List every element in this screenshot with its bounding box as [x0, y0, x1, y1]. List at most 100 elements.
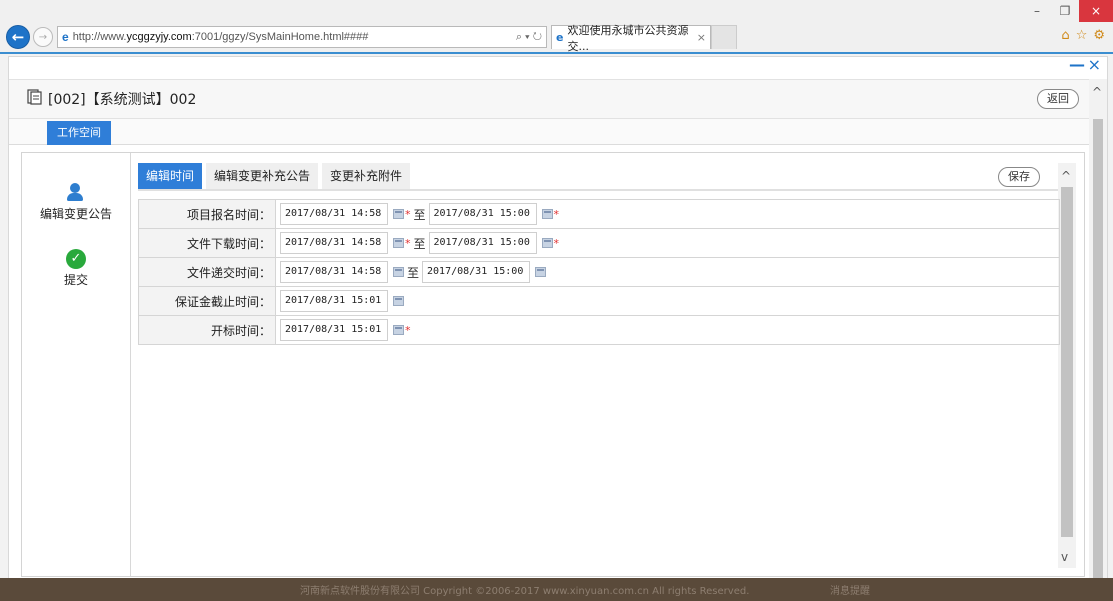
tab-title: 欢迎使用永城市公共资源交...	[567, 23, 689, 53]
restore-window-button[interactable]: ❐	[1051, 0, 1079, 22]
sidebar-item-label: 编辑变更公告	[39, 207, 112, 221]
save-button[interactable]: 保存	[998, 167, 1040, 187]
window-controls: – ❐ ×	[1023, 0, 1113, 22]
page-footer: 河南新点软件股份有限公司 Copyright ©2006-2017 www.xi…	[0, 578, 1113, 601]
form-row-bid-opening: 开标时间： 2017/08/31 15:01 *	[138, 315, 1060, 345]
form-row-deposit-deadline: 保证金截止时间： 2017/08/31 15:01	[138, 286, 1060, 316]
sidebar-item-submit[interactable]: ✓ 提交	[22, 249, 130, 288]
calendar-icon[interactable]	[541, 209, 553, 219]
dialog-scrollbar[interactable]: ^	[1089, 79, 1107, 599]
scroll-up-icon[interactable]: ^	[1061, 169, 1071, 183]
edit-tabs: 编辑时间 编辑变更补充公告 变更补充附件	[138, 163, 411, 189]
required-asterisk: *	[405, 207, 411, 221]
calendar-icon[interactable]	[393, 296, 404, 306]
time-form: 项目报名时间： 2017/08/31 14:58 * 至 2017/08/31 15:…	[138, 199, 1060, 345]
field-value: 2017/08/31 15:01 *	[275, 315, 1060, 345]
check-circle-icon: ✓	[66, 249, 86, 269]
form-row-download: 文件下载时间： 2017/08/31 14:58 * 至 2017/08/31 15:…	[138, 228, 1060, 258]
submission-start-input[interactable]: 2017/08/31 14:58	[280, 261, 388, 283]
home-icon[interactable]: ⌂	[1061, 28, 1069, 43]
tab-supplement-attachments[interactable]: 变更补充附件	[322, 163, 411, 189]
scrollbar-thumb[interactable]	[1093, 119, 1103, 589]
required-asterisk: *	[553, 207, 560, 221]
tab-workspace[interactable]: 工作空间	[47, 121, 111, 145]
required-asterisk: *	[553, 236, 560, 250]
field-value: 2017/08/31 14:58 * 至 2017/08/31 15:00 *	[275, 199, 1060, 229]
field-value: 2017/08/31 15:01	[275, 286, 1060, 316]
dialog-header: [002]【系统测试】002 返回	[9, 79, 1089, 119]
range-separator: 至	[413, 236, 426, 251]
download-end-input[interactable]: 2017/08/31 15:00	[428, 232, 537, 254]
workspace-tab-row: 工作空间	[9, 119, 1089, 145]
calendar-icon[interactable]	[393, 267, 404, 277]
tab-close-icon[interactable]: ×	[697, 31, 706, 44]
field-value: 2017/08/31 14:58 * 至 2017/08/31 15:00 *	[275, 228, 1060, 258]
url-host: ycggzyjy.com	[126, 31, 192, 43]
field-label: 文件递交时间：	[138, 257, 276, 287]
sidebar-item-label: 提交	[63, 273, 88, 287]
scroll-down-icon[interactable]: v	[1061, 550, 1068, 564]
url-path: :7001/ggzy/SysMainHome.html####	[191, 31, 369, 43]
url-prefix: http://www.	[72, 31, 127, 43]
forward-arrow-icon[interactable]: →	[33, 27, 53, 47]
back-button[interactable]: 返回	[1037, 89, 1079, 109]
settings-gear-icon[interactable]: ⚙	[1093, 28, 1105, 43]
tabs-divider	[138, 189, 1062, 191]
registration-start-input[interactable]: 2017/08/31 14:58	[280, 203, 388, 225]
footer-copyright: 河南新点软件股份有限公司 Copyright ©2006-2017 www.xi…	[300, 586, 750, 597]
favorites-star-icon[interactable]: ☆	[1076, 28, 1088, 43]
required-asterisk: *	[405, 236, 411, 250]
browser-right-icons: ⌂ ☆ ⚙	[1061, 28, 1105, 43]
bid-opening-input[interactable]: 2017/08/31 15:01	[280, 319, 388, 341]
calendar-icon[interactable]	[535, 267, 547, 277]
address-bar[interactable]: e http://www. ycggzyjy.com:7001/ggzy/SysM…	[57, 26, 547, 48]
field-value: 2017/08/31 14:58 至 2017/08/31 15:00	[275, 257, 1060, 287]
browser-chrome: – ❐ × ← → e http://www. ycggzyjy.com:7001…	[0, 0, 1113, 53]
sidebar-item-edit-notice[interactable]: 编辑变更公告	[22, 183, 130, 222]
required-asterisk: *	[405, 323, 411, 337]
range-separator: 至	[407, 265, 420, 280]
field-label: 开标时间：	[138, 315, 276, 345]
new-tab-button[interactable]	[711, 25, 737, 49]
address-tools[interactable]: ⌕ ▾ ↻	[516, 31, 546, 44]
page-title: [002]【系统测试】002	[48, 92, 197, 108]
panel-scrollbar[interactable]: ^ v	[1058, 163, 1076, 568]
message-reminder[interactable]: 消息提醒	[830, 582, 870, 597]
calendar-icon[interactable]	[393, 325, 404, 335]
form-row-registration: 项目报名时间： 2017/08/31 14:58 * 至 2017/08/31 15:…	[138, 199, 1060, 229]
registration-end-input[interactable]: 2017/08/31 15:00	[428, 203, 537, 225]
ie-tab-icon: e	[556, 31, 564, 44]
back-arrow-icon[interactable]: ←	[6, 25, 30, 49]
field-label: 保证金截止时间：	[138, 286, 276, 316]
calendar-icon[interactable]	[393, 238, 404, 248]
dialog-window: — × [002]【系统测试】002 返回 ^ 工作空间 编辑变更公告 ✓ 提交…	[8, 55, 1108, 599]
top-accent-line	[0, 52, 1113, 54]
close-window-button[interactable]: ×	[1079, 0, 1113, 22]
document-icon	[27, 89, 42, 109]
scrollbar-thumb[interactable]	[1061, 187, 1073, 537]
page-area: — × [002]【系统测试】002 返回 ^ 工作空间 编辑变更公告 ✓ 提交…	[0, 52, 1113, 601]
person-edit-icon	[67, 183, 85, 203]
dialog-topbar: — ×	[9, 55, 1107, 75]
calendar-icon[interactable]	[393, 209, 404, 219]
scroll-up-icon[interactable]: ^	[1092, 85, 1102, 99]
dialog-minimize-icon[interactable]: —	[1069, 55, 1085, 74]
submission-end-input[interactable]: 2017/08/31 15:00	[422, 261, 531, 283]
edit-panel: 编辑时间 编辑变更补充公告 变更补充附件 保存 ^ v 项目报名时间： 2017…	[138, 163, 1076, 568]
ie-icon: e	[62, 30, 69, 44]
browser-tab[interactable]: e 欢迎使用永城市公共资源交... ×	[551, 24, 711, 53]
action-sidebar: 编辑变更公告 ✓ 提交	[22, 153, 131, 576]
minimize-window-button[interactable]: –	[1023, 0, 1051, 22]
field-label: 项目报名时间：	[138, 199, 276, 229]
dialog-close-icon[interactable]: ×	[1088, 55, 1101, 74]
range-separator: 至	[413, 207, 426, 222]
content-frame: 编辑变更公告 ✓ 提交 编辑时间 编辑变更补充公告 变更补充附件 保存 ^ v …	[21, 152, 1085, 577]
form-row-submission: 文件递交时间： 2017/08/31 14:58 至 2017/08/31 15:0…	[138, 257, 1060, 287]
download-start-input[interactable]: 2017/08/31 14:58	[280, 232, 388, 254]
calendar-icon[interactable]	[541, 238, 553, 248]
tab-edit-supplement-notice[interactable]: 编辑变更补充公告	[206, 163, 319, 189]
deposit-deadline-input[interactable]: 2017/08/31 15:01	[280, 290, 388, 312]
tab-edit-time[interactable]: 编辑时间	[138, 163, 203, 189]
navigation-bar: ← → e http://www. ycggzyjy.com:7001/ggzy/…	[0, 24, 1113, 53]
field-label: 文件下载时间：	[138, 228, 276, 258]
